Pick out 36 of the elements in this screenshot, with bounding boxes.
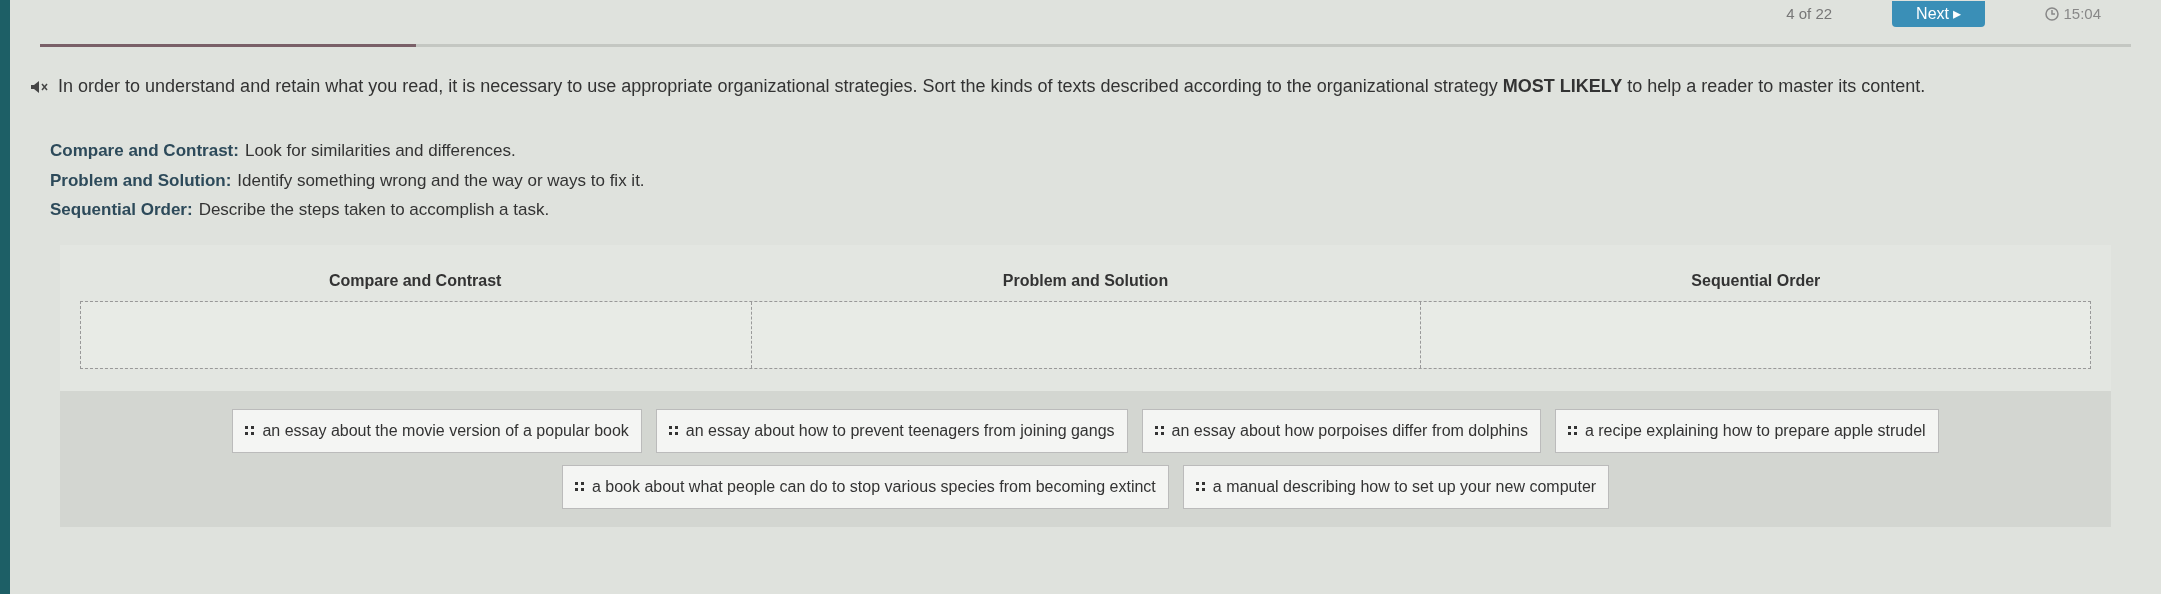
drop-zone[interactable] — [81, 301, 751, 368]
drag-handle-icon — [1154, 426, 1164, 435]
definition-term: Compare and Contrast: — [50, 140, 239, 162]
next-button[interactable]: Next ▸ — [1892, 1, 1986, 27]
clock-icon — [2045, 7, 2060, 21]
draggable-card[interactable]: a book about what people can do to stop various species from becoming extinct — [561, 464, 1169, 509]
drag-handle-icon — [668, 426, 678, 435]
category-heading: Compare and Contrast — [328, 270, 502, 291]
draggable-card[interactable]: an essay about how porpoises differ from dolphins — [1141, 408, 1541, 453]
definition-term: Sequential Order: — [50, 199, 193, 221]
drop-zone[interactable] — [1420, 301, 2090, 368]
card-text: a manual describing how to set up your new computer — [1212, 476, 1597, 497]
category-heading: Sequential Order — [1691, 270, 1821, 291]
definition-text: Look for similarities and differences. — [244, 140, 516, 162]
drag-handle-icon — [574, 482, 584, 491]
card-text: an essay about the movie version of a popular book — [262, 420, 629, 441]
category-heading: Problem and Solution — [1002, 270, 1169, 291]
draggable-card[interactable]: a recipe explaining how to prepare apple strudel — [1554, 408, 1939, 453]
draggable-card[interactable]: a manual describing how to set up your new computer — [1182, 464, 1610, 509]
card-text: an essay about how porpoises differ from dolphins — [1171, 420, 1528, 441]
drag-handle-icon — [245, 426, 255, 435]
card-text: an essay about how to prevent teenagers from joining gangs — [685, 420, 1115, 441]
instruction-text: In order to understand and retain what you read, it is necessary to use appropriate organizational strategies. Sort the kinds of texts described according to the organizational strategy MOST LIKELY to help a reader to master its content. — [58, 75, 1926, 98]
speaker-mute-icon — [30, 79, 48, 94]
drop-zone[interactable] — [750, 301, 1421, 368]
drag-handle-icon — [1567, 426, 1577, 435]
question-counter: 4 of 22 — [1786, 3, 1833, 24]
draggable-card[interactable]: an essay about how to prevent teenagers from joining gangs — [655, 408, 1128, 453]
card-text: a recipe explaining how to prepare apple strudel — [1584, 420, 1926, 441]
drag-handle-icon — [1195, 482, 1205, 491]
definition-text: Identify something wrong and the way or ways to fix it. — [237, 169, 645, 192]
definition-term: Problem and Solution: — [50, 169, 232, 192]
draggable-card[interactable]: an essay about the movie version of a popular book — [232, 408, 642, 453]
card-text: a book about what people can do to stop various species from becoming extinct — [591, 476, 1156, 497]
timer: 15:04 — [2063, 3, 2101, 24]
definition-text: Describe the steps taken to accomplish a task. — [198, 199, 550, 221]
